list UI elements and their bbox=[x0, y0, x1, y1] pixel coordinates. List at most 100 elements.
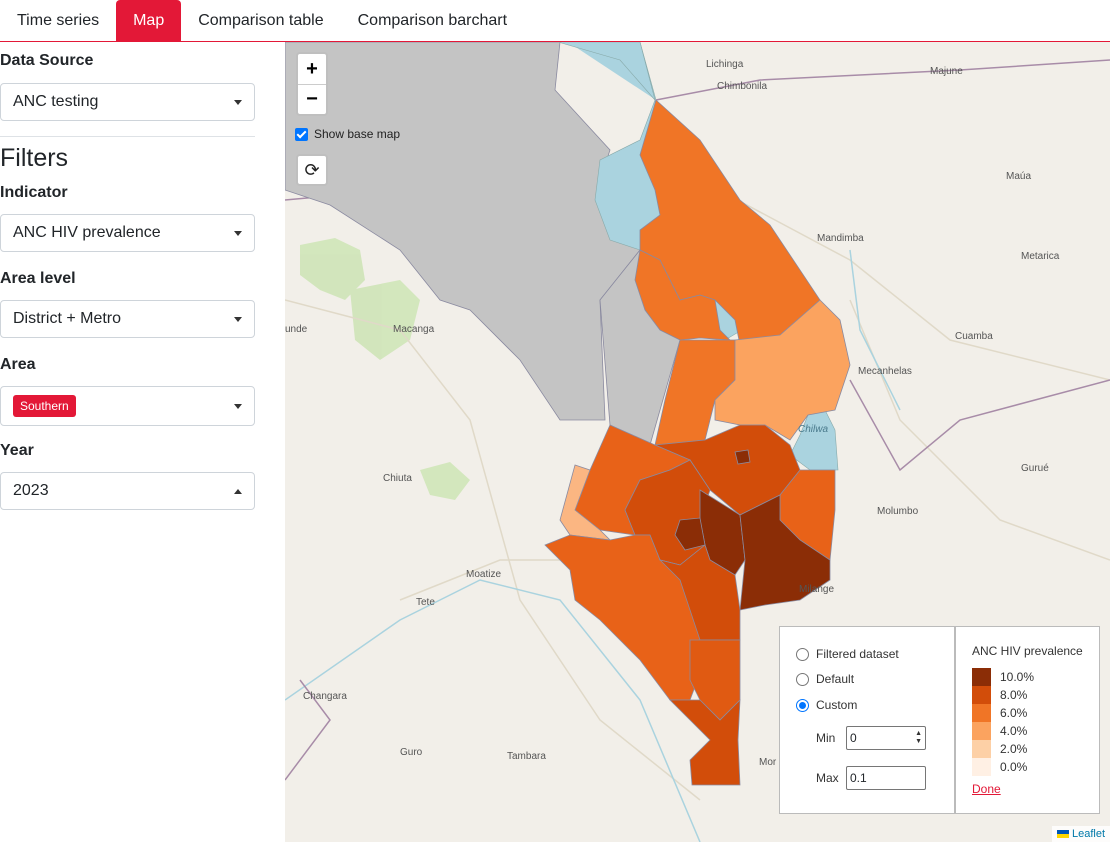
show-base-map-checkbox[interactable] bbox=[295, 127, 308, 141]
legend-label: 6.0% bbox=[1000, 706, 1028, 720]
tab-map[interactable]: Map bbox=[116, 0, 182, 41]
place-label: Mor bbox=[759, 757, 777, 768]
chevron-down-icon bbox=[234, 231, 242, 236]
refresh-icon: ⟳ bbox=[304, 159, 320, 180]
attribution-label: Leaflet bbox=[1071, 828, 1105, 840]
place-label: Tambara bbox=[507, 751, 546, 762]
chevron-down-icon bbox=[234, 100, 242, 105]
place-label: Macanga bbox=[393, 324, 435, 335]
divider bbox=[0, 136, 255, 137]
place-label: Mandimba bbox=[817, 233, 864, 244]
legend-swatch bbox=[972, 758, 991, 776]
area-chip[interactable]: Southern bbox=[13, 395, 76, 417]
scale-option-label: Filtered dataset bbox=[816, 647, 899, 661]
place-label: Majune bbox=[930, 66, 963, 77]
tab-comparison-barchart[interactable]: Comparison barchart bbox=[341, 0, 524, 41]
area-label: Area bbox=[0, 356, 36, 373]
data-source-select[interactable]: ANC testing bbox=[0, 83, 255, 121]
legend-swatch bbox=[972, 668, 991, 686]
place-label: unde bbox=[285, 324, 308, 335]
legend-label: 8.0% bbox=[1000, 688, 1028, 702]
place-label: Lichinga bbox=[706, 59, 744, 70]
tab-time-series[interactable]: Time series bbox=[0, 0, 116, 41]
max-input[interactable]: 0.1 bbox=[846, 766, 926, 790]
place-label: Metarica bbox=[1021, 251, 1060, 262]
place-label: Moatize bbox=[466, 569, 502, 580]
year-label: Year bbox=[0, 442, 34, 459]
min-input[interactable]: 0 ▲ ▼ bbox=[846, 726, 926, 750]
zoom-control: + − bbox=[296, 52, 328, 116]
area-select[interactable]: Southern bbox=[0, 386, 255, 426]
district-dark-city bbox=[734, 449, 751, 465]
place-label: Chiuta bbox=[383, 473, 412, 484]
zoom-out-button[interactable]: − bbox=[298, 84, 326, 114]
legend-label: 10.0% bbox=[1000, 670, 1035, 684]
ukraine-flag-icon bbox=[1056, 830, 1069, 838]
map-attribution[interactable]: Leaflet bbox=[1051, 826, 1110, 842]
place-label: Chilwa bbox=[798, 424, 829, 435]
done-link[interactable]: Done bbox=[972, 782, 1001, 796]
radio-filtered[interactable] bbox=[796, 647, 809, 661]
legend-label: 4.0% bbox=[1000, 724, 1028, 738]
min-value: 0 bbox=[850, 731, 857, 745]
data-source-value: ANC testing bbox=[13, 93, 99, 110]
map-view[interactable]: Lichinga Chimbonila Majune Maúa Mandimba… bbox=[285, 42, 1110, 842]
place-label: Mecanhelas bbox=[858, 366, 912, 377]
reset-view-button[interactable]: ⟳ bbox=[296, 154, 328, 186]
indicator-value: ANC HIV prevalence bbox=[13, 224, 161, 241]
place-label: Molumbo bbox=[877, 506, 919, 517]
area-level-value: District + Metro bbox=[13, 310, 122, 327]
tab-bar: Time series Map Comparison table Compari… bbox=[0, 0, 1110, 42]
place-label: Milange bbox=[799, 584, 835, 595]
chevron-up-icon bbox=[234, 489, 242, 494]
scale-option-label: Custom bbox=[816, 698, 858, 712]
legend-swatch bbox=[972, 722, 991, 740]
place-label: Cuamba bbox=[955, 331, 993, 342]
data-source-label: Data Source bbox=[0, 52, 94, 69]
area-level-select[interactable]: District + Metro bbox=[0, 300, 255, 338]
stepper-icon[interactable]: ▲ ▼ bbox=[915, 730, 922, 746]
place-label: Maúa bbox=[1006, 171, 1032, 182]
chevron-down-icon bbox=[234, 317, 242, 322]
place-label: Tete bbox=[416, 597, 435, 608]
indicator-label: Indicator bbox=[0, 184, 68, 201]
zoom-in-button[interactable]: + bbox=[298, 54, 326, 84]
radio-custom[interactable] bbox=[796, 698, 809, 712]
indicator-select[interactable]: ANC HIV prevalence bbox=[0, 214, 255, 252]
legend-panel: ANC HIV prevalence 10.0% 8.0% 6.0% 4.0% … bbox=[955, 626, 1100, 814]
place-label: Guro bbox=[400, 747, 423, 758]
scale-option-custom[interactable]: Custom bbox=[796, 698, 857, 712]
max-label: Max bbox=[816, 771, 839, 785]
legend-item: 0.0% bbox=[972, 758, 1027, 776]
place-label: Chimbonila bbox=[717, 81, 768, 92]
tab-comparison-table[interactable]: Comparison table bbox=[181, 0, 340, 41]
min-label: Min bbox=[816, 731, 836, 745]
scale-options-panel: Filtered dataset Default Custom Min 0 ▲ ▼… bbox=[779, 626, 955, 814]
chevron-down-icon bbox=[234, 404, 242, 409]
area-level-label: Area level bbox=[0, 270, 76, 287]
place-label: Changara bbox=[303, 691, 347, 702]
legend-label: 0.0% bbox=[1000, 760, 1028, 774]
scale-option-filtered[interactable]: Filtered dataset bbox=[796, 647, 899, 661]
max-value: 0.1 bbox=[850, 771, 867, 785]
show-base-map-toggle[interactable]: Show base map bbox=[295, 127, 400, 141]
legend-label: 2.0% bbox=[1000, 742, 1028, 756]
district-south-3 bbox=[669, 698, 741, 786]
year-value: 2023 bbox=[13, 482, 49, 499]
legend-item: 4.0% bbox=[972, 722, 1027, 740]
filters-heading: Filters bbox=[0, 144, 69, 172]
legend-item: 10.0% bbox=[972, 668, 1034, 686]
legend-title: ANC HIV prevalence bbox=[972, 644, 1083, 658]
legend-item: 8.0% bbox=[972, 686, 1027, 704]
show-base-map-label: Show base map bbox=[314, 127, 401, 141]
legend-item: 2.0% bbox=[972, 740, 1027, 758]
scale-option-default[interactable]: Default bbox=[796, 672, 854, 686]
filter-sidebar: Data Source ANC testing Filters Indicato… bbox=[0, 42, 285, 842]
place-label: Gurué bbox=[1021, 463, 1049, 474]
radio-default[interactable] bbox=[796, 672, 809, 686]
legend-swatch bbox=[972, 686, 991, 704]
legend-swatch bbox=[972, 704, 991, 722]
legend-item: 6.0% bbox=[972, 704, 1027, 722]
year-select[interactable]: 2023 bbox=[0, 472, 255, 510]
legend-swatch bbox=[972, 740, 991, 758]
